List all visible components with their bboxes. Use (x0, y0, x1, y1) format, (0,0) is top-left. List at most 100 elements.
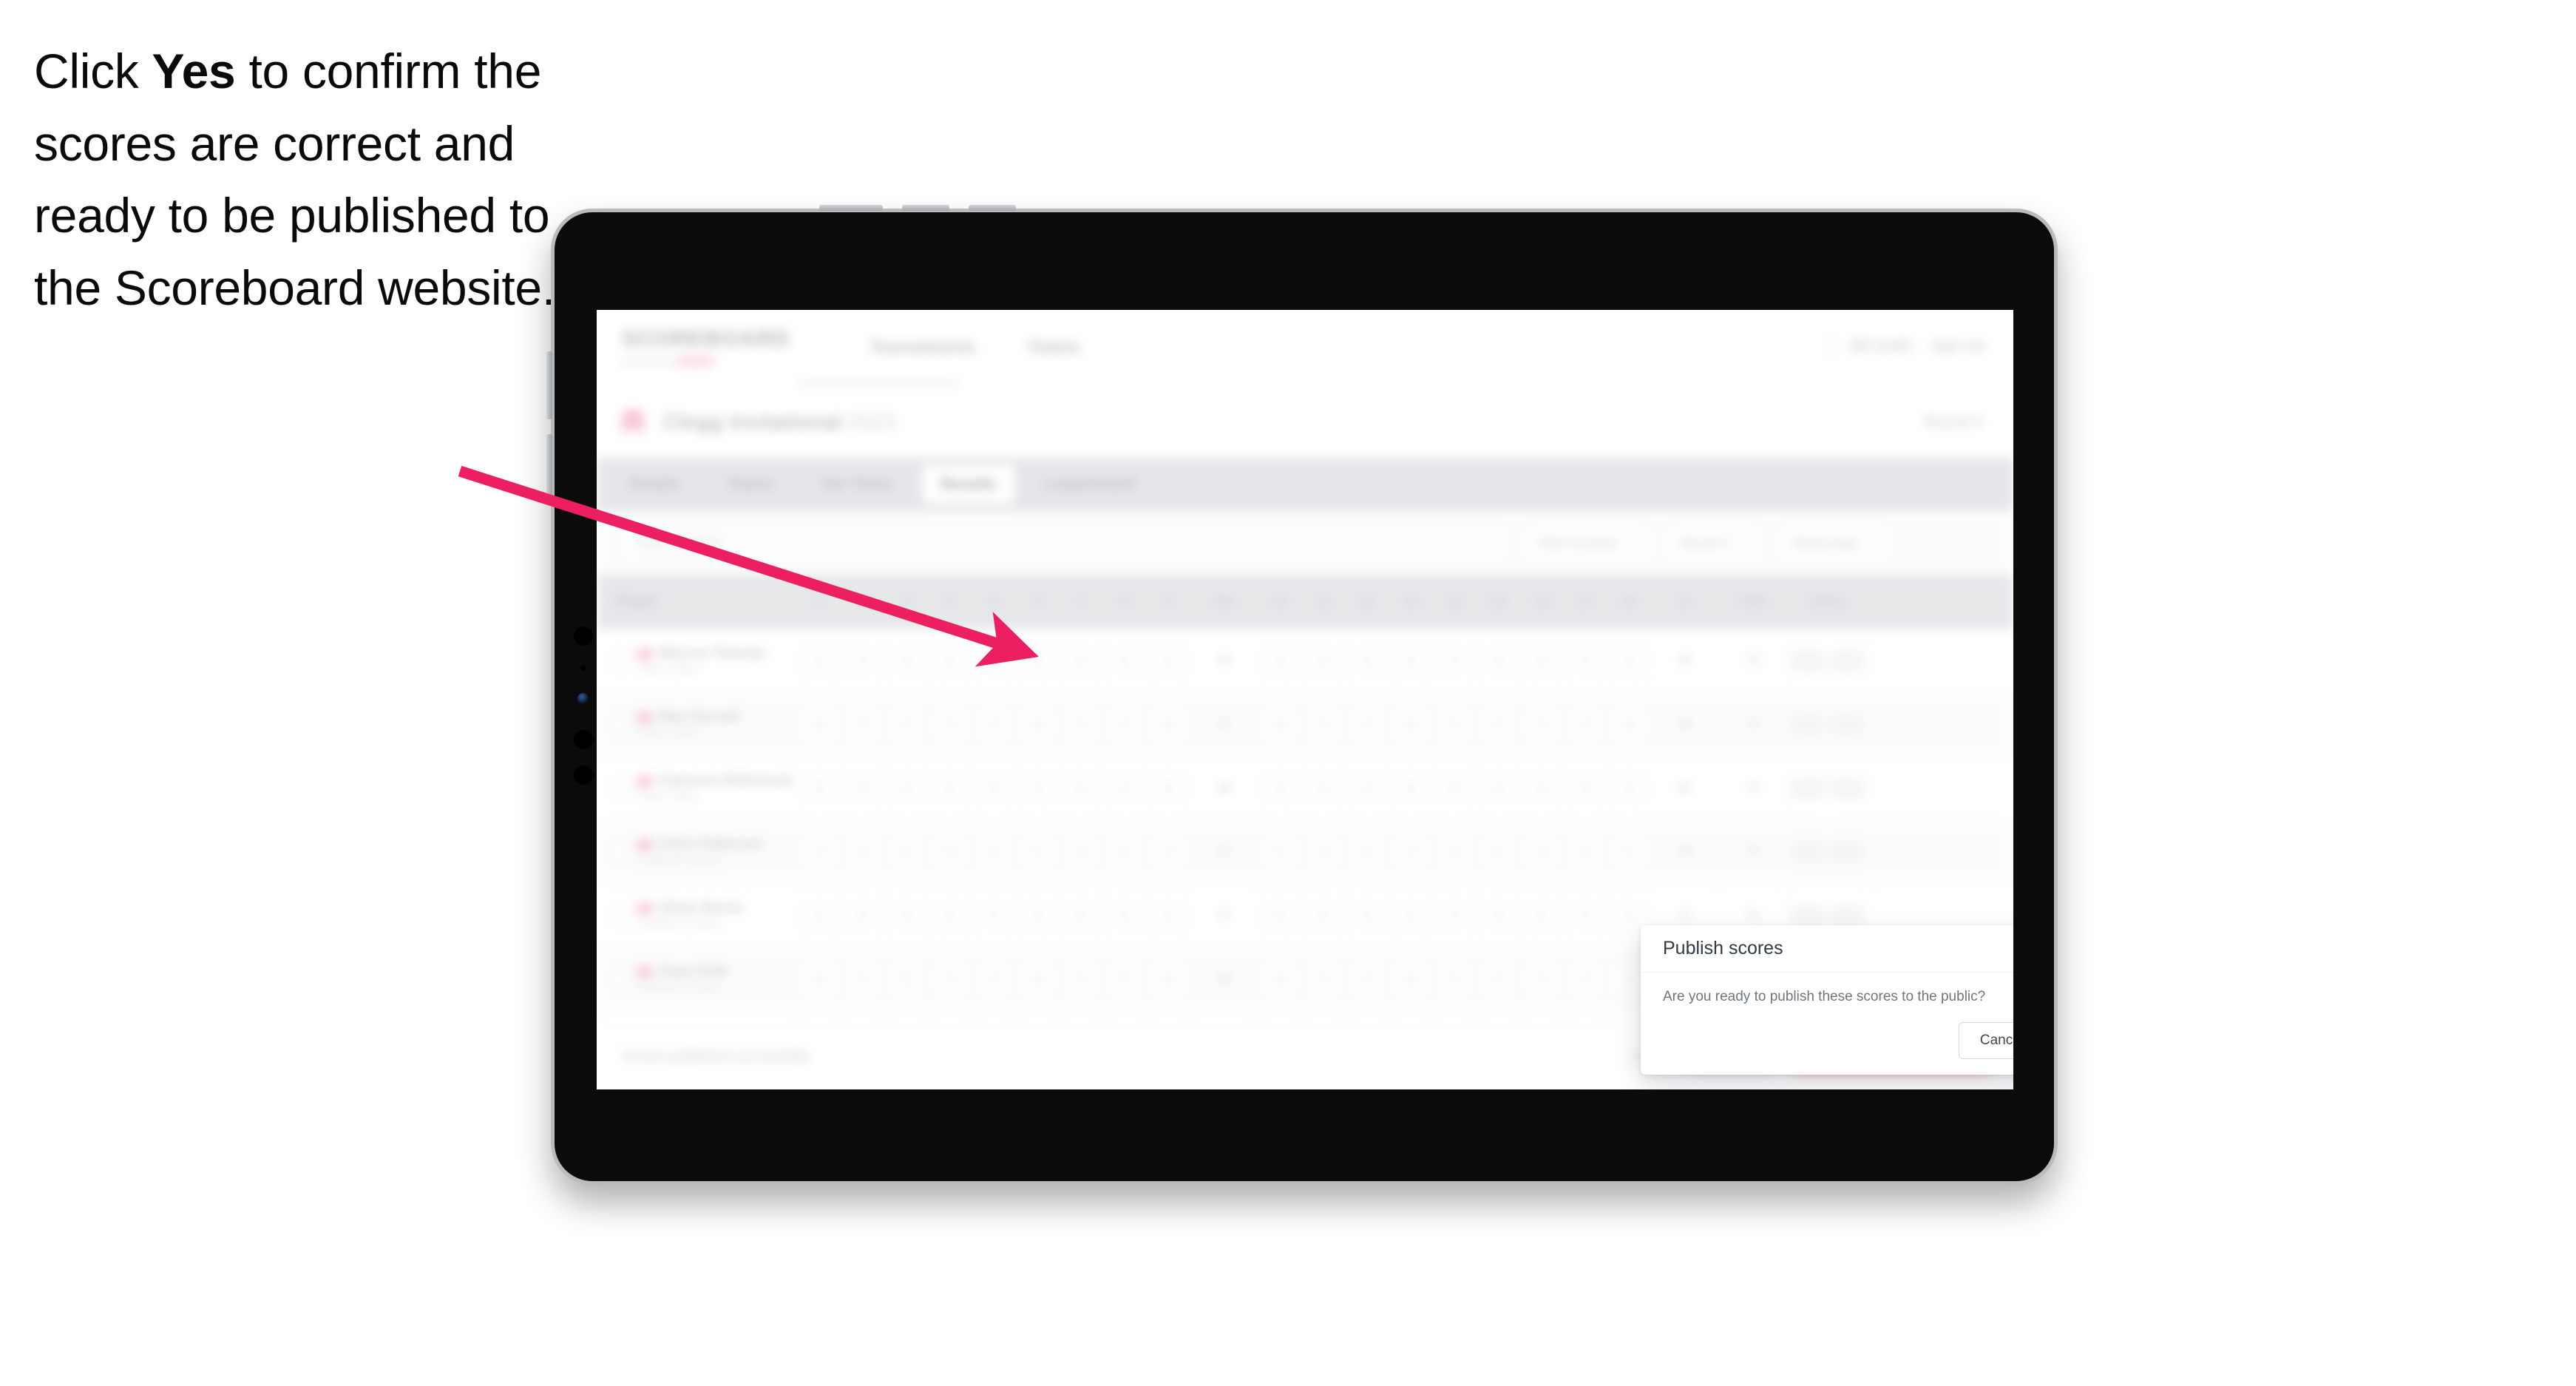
score-input[interactable]: 4 (1110, 644, 1139, 677)
score-input[interactable]: 4 (892, 708, 921, 741)
table-row[interactable]: Cameron Robertson Team 1 Blue 5 4 4 4 4 3 4 4 4 36 4… (597, 757, 2013, 820)
score-input[interactable]: 3 (892, 644, 921, 677)
score-input[interactable]: 4 (935, 899, 965, 932)
score-cell[interactable]: 4 (1060, 884, 1103, 947)
score-input[interactable]: 4 (848, 962, 878, 995)
score-cell[interactable]: 4 (1103, 629, 1147, 692)
score-input[interactable]: 5 (1110, 962, 1139, 995)
score-input[interactable]: 4 (1483, 835, 1513, 868)
score-cell[interactable]: 5 (885, 947, 929, 1010)
score-input[interactable]: 4 (1309, 962, 1338, 995)
score-input[interactable]: 5 (1396, 644, 1426, 677)
score-cell[interactable]: 4 (1103, 820, 1147, 883)
score-cell[interactable]: 4 (1147, 884, 1190, 947)
row-checkbox[interactable] (610, 969, 629, 989)
score-cell[interactable]: 4 (1607, 629, 1651, 692)
score-input[interactable]: 4 (804, 644, 834, 677)
score-cell[interactable]: 4 (1433, 820, 1477, 883)
score-input[interactable]: 4 (1066, 835, 1096, 868)
score-cell[interactable]: 4 (1564, 820, 1607, 883)
nav-item-teams[interactable]: Teams (1028, 337, 1080, 357)
score-cell[interactable]: 4 (1564, 884, 1607, 947)
score-cell[interactable]: 4 (929, 947, 972, 1010)
score-input[interactable]: 4 (979, 708, 1009, 741)
score-input[interactable]: 4 (1440, 708, 1469, 741)
score-cell[interactable]: 4 (1477, 757, 1520, 819)
score-input[interactable]: 4 (1153, 899, 1183, 932)
score-input[interactable]: 5 (848, 899, 878, 932)
score-cell[interactable]: 4 (885, 693, 929, 756)
table-row[interactable]: Chris Patterson Scotland Country 4 4 4 5 4 4 4 4 4… (597, 820, 2013, 884)
score-input[interactable]: 4 (1483, 771, 1513, 805)
score-input[interactable]: 4 (1023, 899, 1052, 932)
row-checkbox[interactable] (610, 842, 629, 862)
score-cell[interactable]: 4 (1433, 629, 1477, 692)
score-cell[interactable]: 4 (972, 947, 1016, 1010)
score-input[interactable]: 4 (1352, 835, 1382, 868)
score-cell[interactable]: 4 (1564, 757, 1607, 819)
score-input[interactable]: 5 (1396, 962, 1426, 995)
score-cell[interactable]: 4 (972, 757, 1016, 819)
score-cell[interactable]: 4 (885, 757, 929, 819)
score-input[interactable]: 5 (1265, 899, 1295, 932)
score-cell[interactable]: 4 (1302, 947, 1346, 1010)
score-cell[interactable]: 4 (841, 947, 885, 1010)
score-cell[interactable]: 4 (1103, 757, 1147, 819)
score-cell[interactable]: 5 (1389, 629, 1433, 692)
score-input[interactable]: 5 (892, 962, 921, 995)
score-input[interactable]: 4 (1265, 835, 1295, 868)
score-cell[interactable]: 4 (1346, 947, 1389, 1010)
score-input[interactable]: 4 (848, 771, 878, 805)
score-cell[interactable]: 4 (1607, 820, 1651, 883)
score-cell[interactable]: 4 (1103, 884, 1147, 947)
score-input[interactable]: 4 (1153, 771, 1183, 805)
score-cell[interactable]: 4 (1477, 820, 1520, 883)
score-cell[interactable]: 4 (1477, 693, 1520, 756)
score-cell[interactable]: 4 (798, 629, 841, 692)
score-input[interactable]: 4 (1396, 835, 1426, 868)
score-input[interactable]: 4 (1352, 771, 1382, 805)
score-cell[interactable]: 4 (885, 820, 929, 883)
score-input[interactable]: 4 (1066, 899, 1096, 932)
score-input[interactable]: 4 (1614, 962, 1644, 995)
score-input[interactable]: 4 (1483, 708, 1513, 741)
score-input[interactable]: 3 (1309, 644, 1338, 677)
score-input[interactable]: 4 (1483, 962, 1513, 995)
volume-up-button[interactable] (546, 351, 552, 419)
score-input[interactable]: 4 (935, 708, 965, 741)
top-button-b[interactable] (902, 205, 949, 211)
score-input[interactable]: 4 (804, 835, 834, 868)
score-input[interactable]: 5 (979, 644, 1009, 677)
score-input[interactable]: 4 (1265, 644, 1295, 677)
score-input[interactable]: 4 (804, 708, 834, 741)
score-cell[interactable]: 4 (1302, 693, 1346, 756)
score-input[interactable]: 4 (1440, 644, 1469, 677)
score-cell[interactable]: 4 (1346, 757, 1389, 819)
score-cell[interactable]: 4 (1258, 629, 1302, 692)
score-cell[interactable]: 4 (885, 884, 929, 947)
score-input[interactable]: 4 (1440, 962, 1469, 995)
filter-format-select[interactable]: Stroke play ▾ (1778, 526, 1890, 560)
score-cell[interactable]: 4 (929, 884, 972, 947)
table-row[interactable]: Marcus Thomas Team 1 Blue 4 4 3 4 5 4 3 4 4 35 4 3 4 5 4… (597, 629, 2013, 693)
score-input[interactable]: 4 (848, 835, 878, 868)
score-cell[interactable]: 5 (841, 884, 885, 947)
score-input[interactable]: 3 (1527, 644, 1556, 677)
score-cell[interactable]: 4 (798, 947, 841, 1010)
score-cell[interactable]: 4 (929, 629, 972, 692)
score-input[interactable]: 4 (1396, 771, 1426, 805)
score-input[interactable]: 4 (1265, 708, 1295, 741)
score-cell[interactable]: 4 (1302, 884, 1346, 947)
score-cell[interactable]: 4 (798, 884, 841, 947)
score-cell[interactable]: 4 (1520, 820, 1564, 883)
score-cell[interactable]: 4 (1258, 757, 1302, 819)
score-cell[interactable]: 4 (1147, 629, 1190, 692)
score-cell[interactable]: 4 (1302, 757, 1346, 819)
score-input[interactable]: 3 (1066, 644, 1096, 677)
row-checkbox[interactable] (610, 905, 629, 925)
score-cell[interactable]: 4 (1060, 820, 1103, 883)
table-row[interactable]: Max Russell Team 1 Blue 4 5 4 4 4 4 4 3 5 37 4 4 3 5 4 4 4… (597, 693, 2013, 757)
nav-item-tournaments[interactable]: Tournaments (870, 337, 976, 357)
score-input[interactable]: 4 (979, 962, 1009, 995)
score-input[interactable]: 3 (1023, 771, 1052, 805)
